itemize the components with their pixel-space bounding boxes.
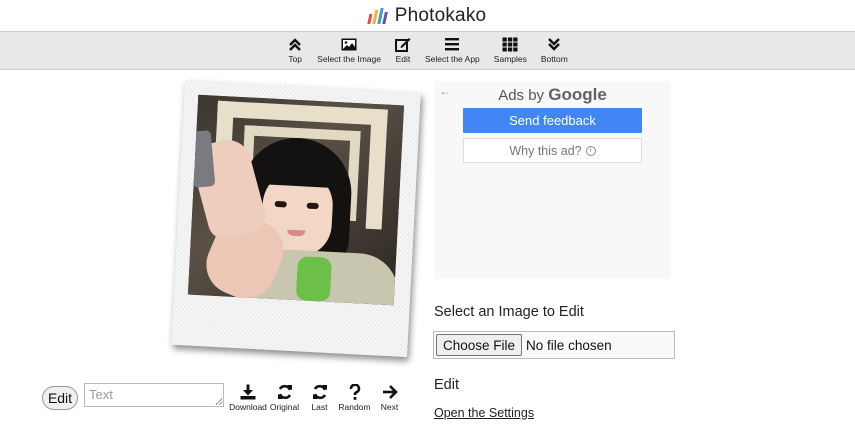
nav-bottom-label: Bottom	[540, 54, 568, 64]
file-status-text: No file chosen	[526, 337, 612, 353]
send-feedback-button[interactable]: Send feedback	[463, 108, 642, 133]
nav-edit-label: Edit	[395, 54, 411, 64]
nav-samples[interactable]: Samples	[487, 32, 534, 69]
file-input[interactable]: Choose File No file chosen	[433, 331, 675, 359]
edit-heading: Edit	[434, 377, 459, 393]
nav-select-app-label: Select the App	[424, 54, 480, 64]
nav-select-image-label: Select the Image	[317, 54, 381, 64]
choose-file-button[interactable]: Choose File	[436, 334, 523, 356]
select-image-heading: Select an Image to Edit	[434, 304, 584, 320]
question-icon	[349, 384, 360, 400]
top-navbar: Top Select the Image Edit Select the App	[0, 31, 855, 70]
arrow-right-icon	[382, 385, 398, 399]
random-label: Random	[338, 402, 371, 412]
text-input[interactable]: Text	[84, 383, 224, 407]
random-button[interactable]: Random	[337, 384, 372, 412]
polaroid-frame	[171, 80, 421, 357]
nav-top[interactable]: Top	[280, 32, 310, 69]
ad-panel: ← Ads by Google Send feedback Why this a…	[434, 81, 671, 279]
why-this-ad-button[interactable]: Why this ad? i	[463, 138, 642, 163]
next-label: Next	[380, 402, 399, 412]
google-brand: Google	[548, 85, 607, 104]
original-label: Original	[269, 402, 300, 412]
logo-icon	[367, 7, 388, 24]
resize-handle-icon[interactable]	[215, 398, 222, 405]
app-header: Photokako	[0, 0, 855, 31]
open-settings-link[interactable]: Open the Settings	[434, 406, 534, 420]
grid-icon	[502, 37, 518, 52]
ads-by-text: Ads by	[498, 87, 545, 104]
text-input-placeholder: Text	[89, 387, 113, 402]
last-button[interactable]: Last	[302, 384, 337, 412]
nav-bottom[interactable]: Bottom	[534, 32, 575, 69]
nav-select-image[interactable]: Select the Image	[310, 32, 388, 69]
download-button[interactable]: Download	[229, 384, 267, 412]
chevrons-up-icon	[289, 38, 302, 51]
image-icon	[341, 38, 357, 51]
refresh-icon	[277, 384, 292, 400]
original-button[interactable]: Original	[267, 384, 302, 412]
ads-by-google-label: Ads by Google	[434, 85, 671, 105]
nav-select-app[interactable]: Select the App	[418, 32, 487, 69]
download-icon	[240, 384, 256, 400]
next-button[interactable]: Next	[372, 384, 407, 412]
edit-icon	[394, 38, 411, 52]
edit-button[interactable]: Edit	[42, 386, 78, 410]
refresh-icon	[312, 384, 327, 400]
chevrons-down-icon	[548, 38, 561, 51]
tool-bar: Download Original Last Random Next	[229, 384, 407, 412]
why-this-ad-label: Why this ad?	[509, 143, 582, 158]
nav-samples-label: Samples	[493, 54, 527, 64]
info-icon: i	[585, 145, 596, 156]
last-label: Last	[311, 402, 328, 412]
list-icon	[445, 38, 460, 51]
app-title[interactable]: Photokako	[395, 5, 487, 27]
download-label: Download	[229, 402, 267, 412]
edited-photo	[187, 94, 405, 306]
nav-edit[interactable]: Edit	[388, 32, 418, 69]
nav-top-label: Top	[288, 54, 303, 64]
